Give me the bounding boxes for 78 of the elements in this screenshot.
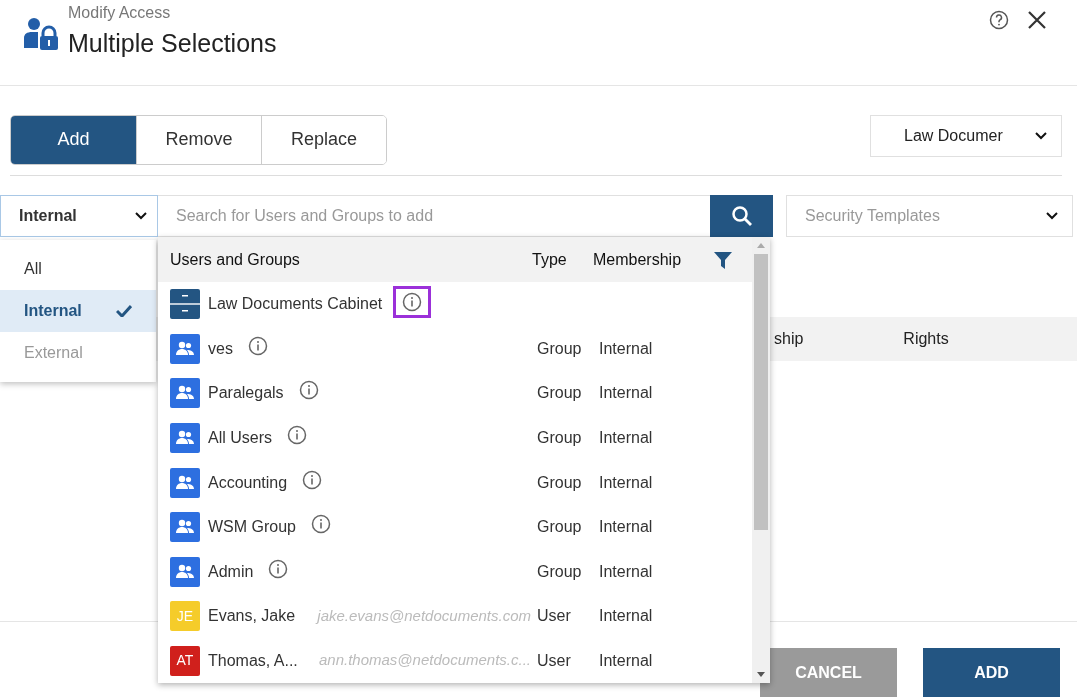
- chevron-down-icon: [1035, 131, 1047, 140]
- add-button[interactable]: ADD: [923, 648, 1060, 697]
- group-icon: [170, 467, 200, 498]
- result-row[interactable]: WSM Group Group Internal: [158, 504, 752, 550]
- info-icon[interactable]: [310, 513, 332, 536]
- info-icon[interactable]: [301, 468, 324, 491]
- result-membership: Internal: [599, 650, 653, 671]
- result-type: Group: [537, 472, 583, 493]
- result-name: All Users: [208, 427, 272, 448]
- result-membership: Internal: [599, 606, 653, 627]
- info-icon[interactable]: [267, 557, 290, 580]
- result-type: Group: [537, 383, 583, 404]
- filter-icon[interactable]: [713, 249, 733, 270]
- info-icon[interactable]: [297, 379, 320, 402]
- info-icon[interactable]: [396, 289, 429, 316]
- group-icon: [170, 378, 200, 409]
- result-type: Group: [537, 561, 583, 582]
- chevron-down-icon: [1046, 212, 1058, 220]
- cabinet-select[interactable]: Law Documer: [870, 114, 1062, 157]
- result-type: User: [537, 650, 572, 671]
- scrollbar-thumb[interactable]: [754, 254, 768, 530]
- info-icon[interactable]: [246, 334, 269, 357]
- result-row[interactable]: ves Group Internal: [158, 326, 752, 372]
- column-header: Membership: [593, 249, 683, 270]
- result-membership: Internal: [599, 472, 653, 493]
- check-icon: [116, 305, 132, 317]
- group-icon: [170, 333, 200, 364]
- result-name: Law Documents Cabinet: [208, 294, 383, 315]
- result-type: User: [537, 606, 572, 627]
- result-type: Group: [537, 427, 583, 448]
- result-name: Evans, Jake: [208, 606, 296, 627]
- result-row[interactable]: Accounting Group Internal: [158, 460, 752, 505]
- user-avatar: JE: [170, 601, 200, 632]
- result-email: ann.thomas@netdocuments.c...: [319, 650, 531, 671]
- result-row[interactable]: Admin Group Internal: [158, 549, 752, 594]
- column-header: Rights: [903, 329, 949, 349]
- group-icon: [170, 512, 200, 543]
- result-membership: Internal: [599, 517, 653, 538]
- result-name: Paralegals: [208, 383, 284, 404]
- result-name: Admin: [208, 561, 254, 582]
- group-icon: [170, 556, 200, 587]
- result-membership: Internal: [599, 427, 653, 448]
- result-row[interactable]: Paralegals Group Internal: [158, 371, 752, 416]
- info-icon[interactable]: [286, 423, 308, 446]
- result-row[interactable]: All Users Group Internal: [158, 415, 752, 461]
- result-name: Thomas, A...: [208, 650, 298, 671]
- dialog-title: Multiple Selections: [68, 28, 277, 59]
- result-membership: Internal: [599, 383, 653, 404]
- result-email: jake.evans@netdocuments.com: [317, 605, 531, 626]
- mode-tab[interactable]: Replace: [261, 115, 386, 164]
- result-membership: Internal: [599, 338, 653, 359]
- menu-item[interactable]: Internal: [0, 290, 156, 332]
- scroll-down-icon[interactable]: [757, 672, 765, 677]
- close-icon[interactable]: [1027, 10, 1047, 30]
- result-name: WSM Group: [208, 517, 296, 538]
- result-name: Accounting: [208, 472, 288, 493]
- column-header: Type: [532, 249, 568, 270]
- user-avatar: AT: [170, 645, 200, 676]
- chevron-down-icon: [135, 212, 147, 220]
- column-header: Users and Groups: [170, 249, 301, 270]
- mode-tab[interactable]: Add: [11, 115, 136, 164]
- column-header: ship: [774, 329, 804, 349]
- result-row[interactable]: Law Documents Cabinet: [158, 282, 752, 327]
- dialog-subtitle: Modify Access: [68, 4, 172, 22]
- search-button[interactable]: [710, 195, 773, 237]
- menu-item[interactable]: All: [0, 248, 156, 290]
- group-icon: [170, 422, 200, 453]
- help-icon[interactable]: [989, 10, 1009, 30]
- result-type: Group: [537, 338, 583, 359]
- cabinet-icon: [170, 289, 200, 320]
- scope-select[interactable]: Internal: [0, 195, 158, 237]
- result-type: Group: [537, 517, 583, 538]
- result-membership: Internal: [599, 561, 653, 582]
- search-icon: [730, 205, 753, 227]
- search-field[interactable]: Search for Users and Groups to add: [158, 195, 710, 237]
- result-row[interactable]: JE Evans, Jake jake.evans@netdocuments.com User Internal: [158, 593, 752, 639]
- result-row[interactable]: AT Thomas, A... ann.thomas@netdocuments.c... User Internal: [158, 638, 752, 683]
- result-name: ves: [208, 338, 233, 359]
